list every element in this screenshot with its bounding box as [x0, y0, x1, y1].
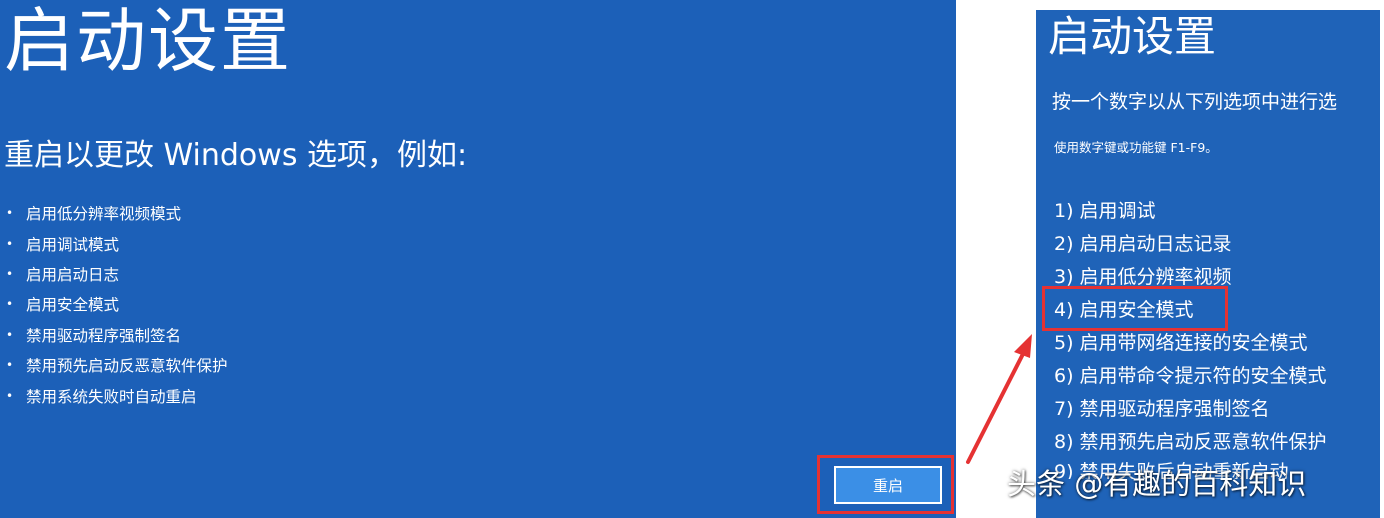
composite-screenshot: 启动设置 重启以更改 Windows 选项，例如: • 启用低分辨率视频模式 • 启…	[0, 0, 1384, 518]
restart-button[interactable]: 重启	[834, 466, 942, 504]
bullet-icon: •	[6, 297, 14, 312]
option-debugging[interactable]: 1) 启用调试	[1054, 193, 1327, 226]
page-title: 启动设置	[1048, 12, 1217, 61]
option-disable-driver-signature[interactable]: 7) 禁用驱动程序强制签名	[1054, 391, 1327, 424]
option-safe-mode-command-prompt[interactable]: 6) 启用带命令提示符的安全模式	[1054, 358, 1327, 391]
list-item: • 启用安全模式	[6, 289, 228, 319]
instruction-text: 按一个数字以从下列选项中进行选	[1052, 91, 1338, 113]
list-item: • 禁用预先启动反恶意软件保护	[6, 350, 228, 380]
option-disable-antimalware[interactable]: 8) 禁用预先启动反恶意软件保护	[1054, 424, 1327, 457]
startup-options-list: • 启用低分辨率视频模式 • 启用调试模式 • 启用启动日志 • 启用安全模式 • 禁用驱…	[6, 198, 228, 411]
list-item: • 启用启动日志	[6, 259, 228, 289]
list-item: • 启用调试模式	[6, 228, 228, 258]
startup-settings-screen-left: 启动设置 重启以更改 Windows 选项，例如: • 启用低分辨率视频模式 • 启…	[0, 0, 956, 518]
list-item: • 启用低分辨率视频模式	[6, 198, 228, 228]
bullet-icon: •	[6, 236, 14, 251]
numbered-options-list: 1) 启用调试 2) 启用启动日志记录 3) 启用低分辨率视频 4) 启用安全模…	[1054, 193, 1327, 479]
list-item: • 禁用系统失败时自动重启	[6, 380, 228, 410]
list-item-label: 启用安全模式	[26, 296, 120, 315]
list-item-label: 启用启动日志	[26, 265, 120, 284]
list-item: • 禁用驱动程序强制签名	[6, 320, 228, 350]
list-item-label: 禁用预先启动反恶意软件保护	[26, 357, 228, 376]
list-item-label: 启用低分辨率视频模式	[26, 205, 182, 224]
hint-text: 使用数字键或功能键 F1-F9。	[1054, 140, 1218, 155]
list-item-label: 禁用系统失败时自动重启	[26, 387, 197, 406]
page-subtitle: 重启以更改 Windows 选项，例如:	[4, 138, 468, 173]
red-arrow-icon	[966, 334, 1032, 464]
option-boot-logging[interactable]: 2) 启用启动日志记录	[1054, 226, 1327, 259]
bullet-icon: •	[6, 388, 14, 403]
bullet-icon: •	[6, 206, 14, 221]
safe-mode-highlight-box	[1042, 286, 1228, 331]
watermark-text: 头条 @有趣的百科知识	[1007, 467, 1307, 501]
list-item-label: 启用调试模式	[26, 235, 120, 254]
list-item-label: 禁用驱动程序强制签名	[26, 326, 182, 345]
page-title: 启动设置	[4, 0, 292, 82]
bullet-icon: •	[6, 327, 14, 342]
bullet-icon: •	[6, 358, 14, 373]
bullet-icon: •	[6, 266, 14, 281]
startup-settings-screen-right: 启动设置 按一个数字以从下列选项中进行选 使用数字键或功能键 F1-F9。 1)…	[1036, 10, 1380, 518]
